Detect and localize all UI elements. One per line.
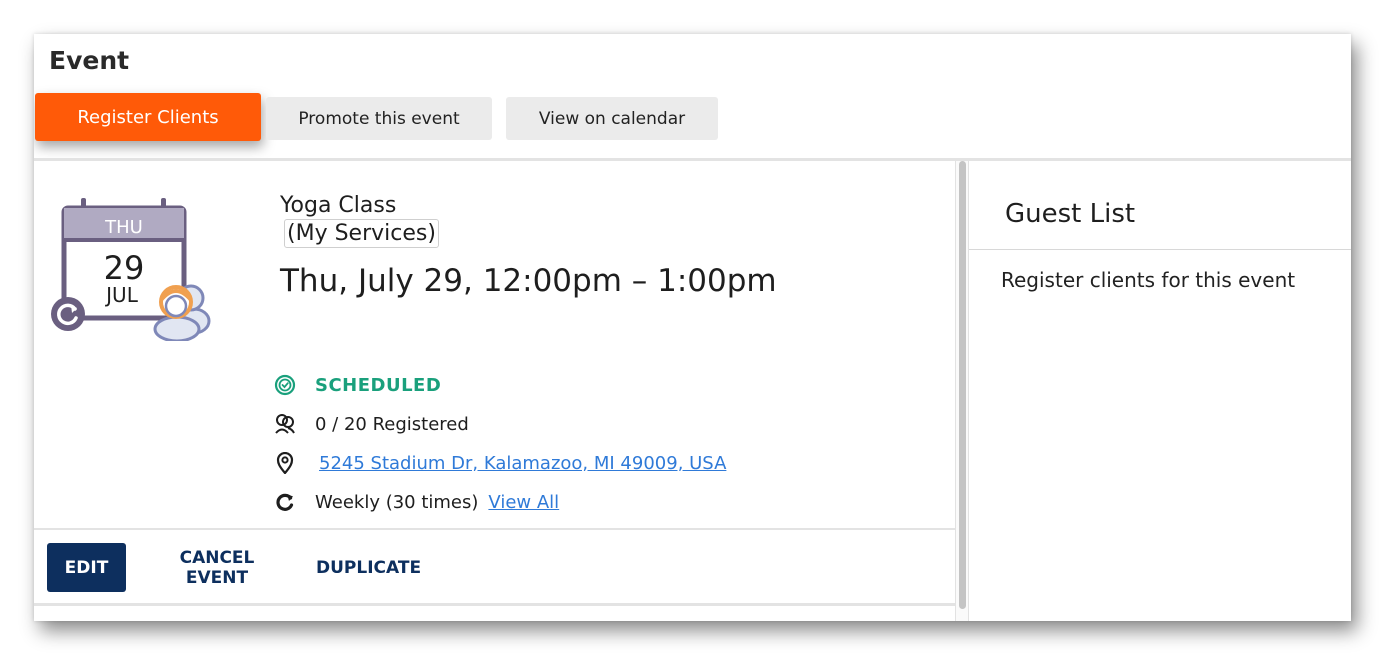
- status-row: SCHEDULED: [272, 372, 441, 398]
- cancel-event-button[interactable]: CANCEL EVENT: [142, 543, 292, 592]
- registered-people-icon: [272, 411, 298, 437]
- panel-scrollbar[interactable]: [955, 161, 969, 621]
- recurrence-text: Weekly (30 times): [315, 491, 479, 513]
- page-title: Event: [49, 46, 130, 75]
- calendar-month: JUL: [104, 283, 139, 307]
- calendar-weekday: THU: [104, 217, 143, 238]
- event-window: Event Register Clients Promote this even…: [34, 34, 1351, 621]
- event-details-panel: THU 29 JUL Yoga Class (My Services) Thu,…: [34, 161, 955, 621]
- recurrence-row: Weekly (30 times) View All: [272, 489, 559, 515]
- view-all-link[interactable]: View All: [488, 492, 559, 513]
- event-service: (My Services): [284, 219, 439, 248]
- event-name: Yoga Class: [280, 193, 397, 218]
- event-datetime: Thu, July 29, 12:00pm – 1:00pm: [280, 263, 777, 299]
- check-circle-icon: [272, 372, 298, 398]
- refresh-icon: [51, 297, 85, 331]
- view-on-calendar-button[interactable]: View on calendar: [506, 97, 718, 140]
- duplicate-button[interactable]: DUPLICATE: [310, 543, 424, 592]
- actions-divider: [34, 528, 955, 530]
- location-row: 5245 Stadium Dr, Kalamazoo, MI 49009, US…: [272, 450, 726, 476]
- address-link[interactable]: 5245 Stadium Dr, Kalamazoo, MI 49009, US…: [319, 453, 726, 474]
- repeat-icon: [272, 489, 298, 515]
- guest-list-title: Guest List: [1005, 199, 1136, 229]
- register-clients-button[interactable]: Register Clients: [35, 93, 261, 141]
- actions-bottom-divider: [34, 603, 955, 606]
- edit-button[interactable]: EDIT: [47, 543, 126, 592]
- calendar-day: 29: [104, 249, 145, 287]
- registered-row: 0 / 20 Registered: [272, 411, 469, 437]
- guest-list-panel: Guest List Register clients for this eve…: [969, 161, 1351, 621]
- scrollbar-thumb[interactable]: [959, 161, 966, 609]
- registered-count: 0 / 20 Registered: [315, 413, 469, 435]
- status-badge: SCHEDULED: [315, 374, 442, 396]
- calendar-icon: THU 29 JUL: [51, 198, 211, 341]
- guest-list-empty-text: Register clients for this event: [1001, 268, 1296, 292]
- promote-event-button[interactable]: Promote this event: [266, 97, 492, 140]
- location-pin-icon: [272, 450, 298, 476]
- guest-list-divider: [969, 249, 1351, 250]
